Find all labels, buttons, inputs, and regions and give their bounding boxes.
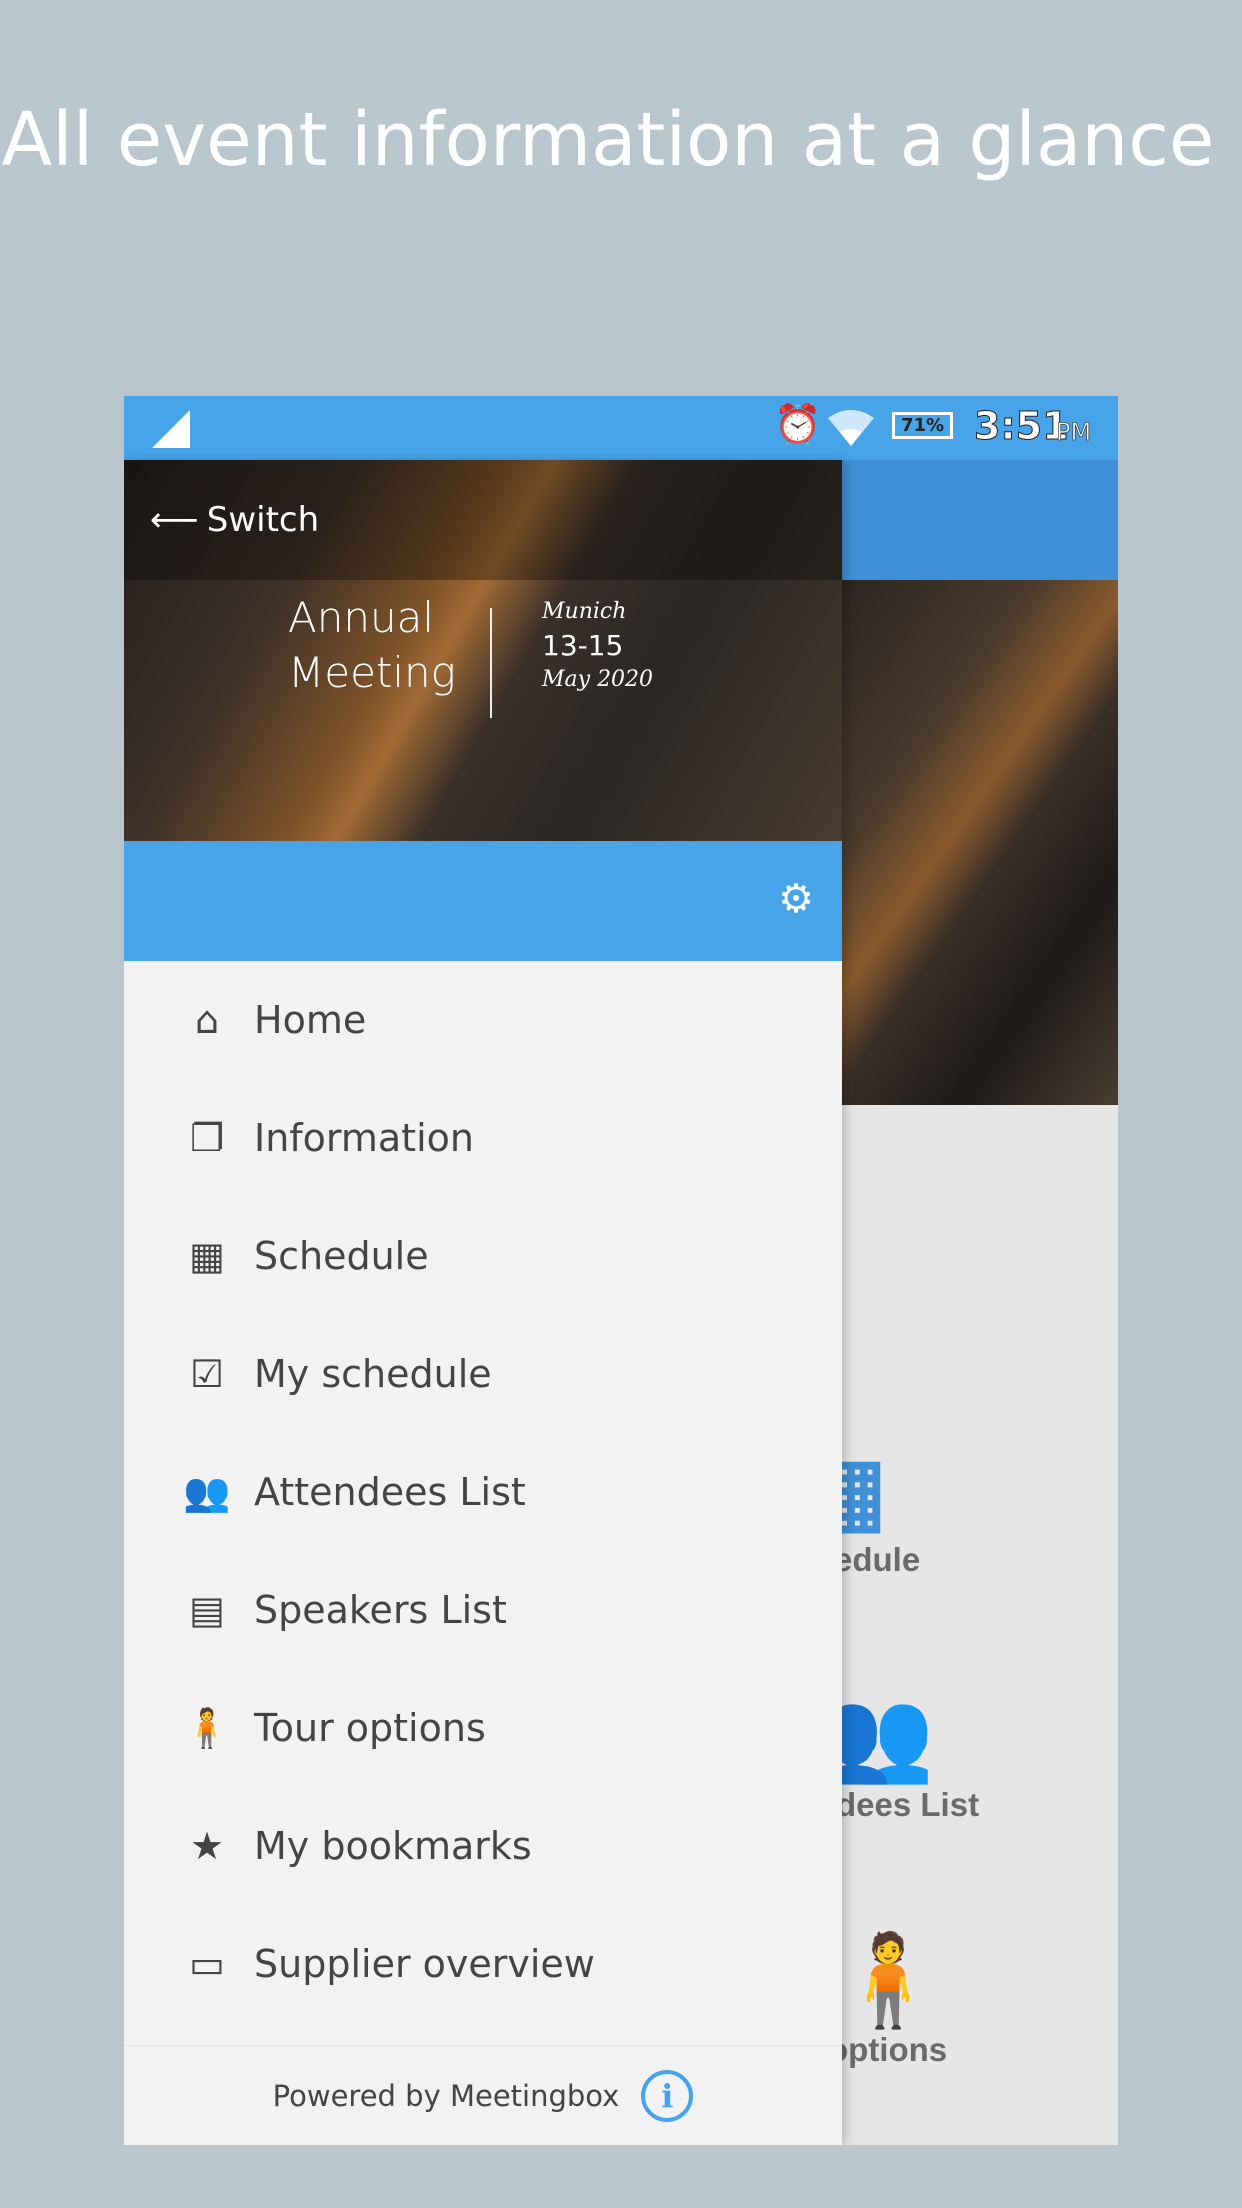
menu-item-information[interactable]: ❐ Information <box>124 1079 842 1197</box>
event-meta: Munich 13-15 May 2020 <box>542 595 653 697</box>
switch-event-button[interactable]: ⟵ Switch <box>150 500 319 540</box>
users-icon: 👥 <box>183 1469 231 1514</box>
id-card-icon: ▭ <box>189 1942 225 1986</box>
address-book-icon: ▤ <box>189 1588 225 1632</box>
menu-label: Supplier overview <box>254 1942 595 1986</box>
menu-item-tour-options[interactable]: 🧍 Tour options <box>124 1669 842 1787</box>
tile-schedule[interactable]: ▦ edule <box>842 1441 1118 1579</box>
menu-item-my-schedule[interactable]: ☑ My schedule <box>124 1315 842 1433</box>
drawer-footer: Powered by Meetingbox i <box>124 2045 842 2145</box>
headline: All event information at a glance <box>1 97 1215 183</box>
calendar-check-icon: ☑ <box>189 1352 225 1396</box>
tile-label: edule <box>842 1541 921 1578</box>
tile-tour-options[interactable]: 🧍options <box>842 1931 1118 2069</box>
clock-ampm: PM <box>1056 418 1092 447</box>
menu-label: My schedule <box>254 1352 492 1396</box>
navigation-drawer: ⟵ Switch Annual Meeting Munich 13-15 May 2… <box>124 460 842 2145</box>
event-banner-image <box>842 580 1118 1105</box>
alarm-icon: ⏰ <box>774 402 822 446</box>
event-city: Munich <box>542 599 627 624</box>
drawer-toolbar: ⚙ <box>124 841 842 961</box>
calendar-icon: ▦ <box>842 1441 888 1541</box>
child-icon: 🧍 <box>842 1931 945 2031</box>
event-dates: 13-15 <box>542 629 624 662</box>
event-title-line2: Meeting <box>288 648 456 697</box>
menu-label: My bookmarks <box>254 1824 532 1868</box>
menu-label: Information <box>254 1116 474 1160</box>
signal-icon <box>152 410 190 448</box>
drawer-menu: ⌂ Home ❐ Information ▦ Schedule ☑ My schedul… <box>124 961 842 2023</box>
tile-label: options <box>842 2031 948 2068</box>
child-icon: 🧍 <box>183 1705 231 1750</box>
gear-icon[interactable]: ⚙ <box>776 879 816 919</box>
switch-label: Switch <box>206 500 320 540</box>
wifi-icon <box>828 410 874 446</box>
battery-icon: 71% <box>892 412 954 439</box>
tile-attendees[interactable]: 👥 dees List <box>842 1686 1118 1824</box>
users-icon: 👥 <box>842 1686 935 1786</box>
menu-label: Schedule <box>254 1234 429 1278</box>
menu-item-home[interactable]: ⌂ Home <box>124 961 842 1079</box>
status-bar: ⏰ 71% 3:51 PM <box>124 396 1118 460</box>
info-icon[interactable]: i <box>641 2069 694 2122</box>
event-month-year: May 2020 <box>542 667 654 692</box>
event-title-line1: Annual <box>288 593 434 642</box>
powered-by-text: Powered by Meetingbox <box>272 2078 620 2113</box>
calendar-icon: ▦ <box>189 1234 225 1278</box>
menu-item-bookmarks[interactable]: ★ My bookmarks <box>124 1787 842 1905</box>
menu-label: Speakers List <box>254 1588 507 1632</box>
clock-time: 3:51 <box>974 404 1070 449</box>
menu-label: Attendees List <box>254 1470 526 1514</box>
event-title: Annual Meeting <box>288 590 456 700</box>
home-icon: ⌂ <box>194 998 220 1042</box>
event-header: ⟵ Switch Annual Meeting Munich 13-15 May 2… <box>124 460 842 841</box>
arrow-left-icon: ⟵ <box>150 500 199 540</box>
menu-item-schedule[interactable]: ▦ Schedule <box>124 1197 842 1315</box>
menu-label: Tour options <box>254 1706 486 1750</box>
menu-item-supplier-overview[interactable]: ▭ Supplier overview <box>124 1905 842 2023</box>
star-icon: ★ <box>189 1824 225 1868</box>
menu-label: Home <box>254 998 367 1042</box>
divider <box>490 608 492 718</box>
menu-item-attendees[interactable]: 👥 Attendees List <box>124 1433 842 1551</box>
phone-screen: ⏰ 71% 3:51 PM ▦edule 👥dees List 🧍options… <box>124 396 1118 2145</box>
tile-label: dees List <box>842 1786 980 1823</box>
copy-icon: ❐ <box>189 1116 225 1160</box>
menu-item-speakers[interactable]: ▤ Speakers List <box>124 1551 842 1669</box>
